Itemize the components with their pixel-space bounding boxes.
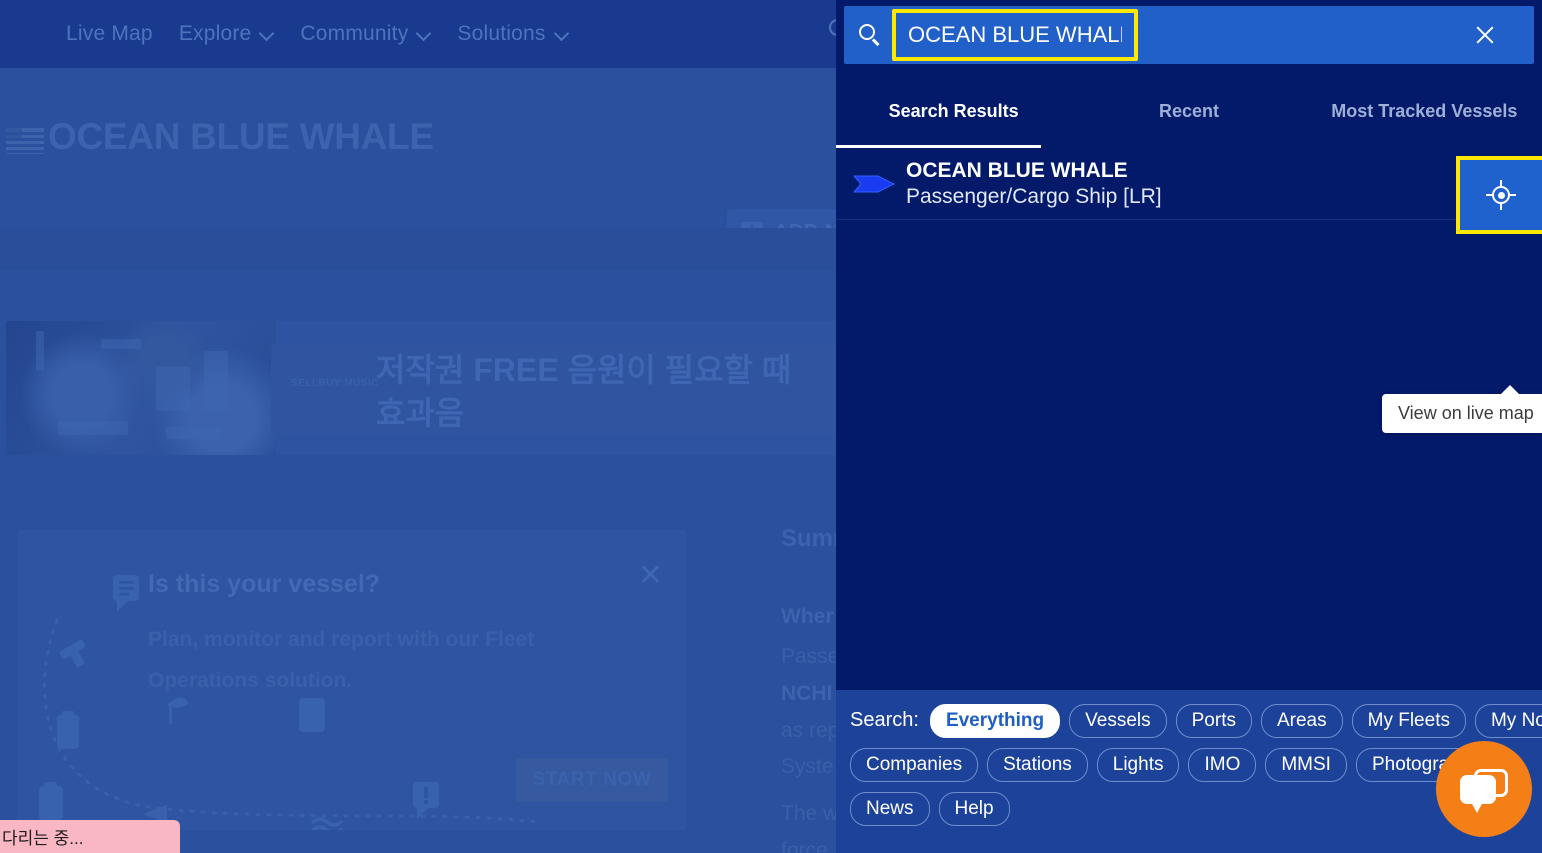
filter-chip-mmsi[interactable]: MMSI [1265,747,1347,782]
chevron-down-icon [261,28,274,41]
close-icon[interactable]: ✕ [638,558,663,593]
search-bar [844,6,1534,64]
filter-chip-companies[interactable]: Companies [850,747,979,782]
filter-chip-my-fleets[interactable]: My Fleets [1351,704,1466,738]
nav-item-solutions[interactable]: Solutions [457,22,568,46]
nav-item-live-map[interactable]: Live Map [66,22,153,46]
tab-label: Recent [1158,100,1219,121]
list-item-text: OCEAN BLUE WHALE Passenger/Cargo Ship [L… [906,159,1162,209]
nav-item-community[interactable]: Community [300,22,431,46]
locate-crosshair-icon [1486,180,1516,210]
search-overlay-panel: Search Results Recent Most Tracked Vesse… [836,0,1542,853]
filter-chip-my-notes[interactable]: My Notes [1474,704,1542,738]
search-input-highlight [892,9,1138,61]
tab-label: Search Results [888,100,1019,121]
close-icon[interactable] [1474,24,1496,46]
card-body: Plan, monitor and report with our Fleet … [148,628,535,692]
filter-row-2: Companies Stations Lights IMO MMSI Photo… [850,747,1530,782]
filter-chip-stations[interactable]: Stations [987,747,1088,782]
search-results-list: OCEAN BLUE WHALE Passenger/Cargo Ship [L… [836,148,1542,690]
tooltip: View on live map [1382,385,1542,433]
chevron-down-icon [556,28,569,41]
filter-row-1: Search: Everything Vessels Ports Areas M… [850,704,1542,738]
filter-chip-news[interactable]: News [850,791,930,826]
filter-chip-help[interactable]: Help [938,791,1010,826]
tab-most-tracked-vessels[interactable]: Most Tracked Vessels [1307,74,1542,148]
fleet-promo-card: Is this your vessel? ✕ Plan, monitor and… [17,530,687,830]
filter-chip-everything[interactable]: Everything [929,704,1061,738]
tab-recent[interactable]: Recent [1071,74,1306,148]
search-icon [858,23,882,47]
summary-text: Syste [781,755,834,779]
chat-widget-button[interactable] [1436,741,1532,837]
filter-chip-areas[interactable]: Areas [1260,704,1343,738]
filter-chip-imo[interactable]: IMO [1188,747,1257,782]
filter-row-3: News Help [850,791,1530,826]
chevron-down-icon [418,28,431,41]
status-toast: 다리는 중... [0,820,180,853]
nav-item-label: Solutions [457,22,546,45]
vessel-arrow-icon [852,175,896,192]
promo-logo: SELLBUY MUSIC [291,378,379,389]
nav-items: Live Map Explore Community Solutions [66,22,569,46]
nav-item-label: Explore [178,22,252,45]
search-input[interactable] [908,22,1122,48]
start-now-button[interactable]: START NOW [516,758,668,802]
search-tabs: Search Results Recent Most Tracked Vesse… [836,74,1542,148]
promo-photo [6,321,276,455]
page-title: OCEAN BLUE WHALE [48,116,434,157]
nav-item-explore[interactable]: Explore [179,22,275,46]
nav-item-label: Live Map [66,22,153,45]
summary-text: force [781,838,828,853]
filter-chip-vessels[interactable]: Vessels [1069,704,1167,738]
filter-chip-lights[interactable]: Lights [1096,747,1180,782]
filters-label: Search: [850,709,919,732]
chat-bubble-icon [1460,775,1496,813]
search-filters: Search: Everything Vessels Ports Areas M… [836,690,1542,853]
vessel-type: Passenger/Cargo Ship [LR] [906,184,1162,208]
view-on-live-map-button[interactable] [1460,160,1542,230]
list-item[interactable]: OCEAN BLUE WHALE Passenger/Cargo Ship [L… [836,148,1542,234]
vessel-name: OCEAN BLUE WHALE [906,158,1128,182]
filter-chip-ports[interactable]: Ports [1175,704,1252,738]
tab-label: Most Tracked Vessels [1331,100,1518,121]
locate-button-highlight [1456,156,1542,234]
summary-text: as rep [781,718,840,742]
nav-item-label: Community [300,22,409,45]
summary-text-strong: NCHI [781,681,833,705]
summary-text: The w [781,802,839,825]
tab-search-results[interactable]: Search Results [836,74,1071,148]
card-title: Is this your vessel? [148,570,381,598]
us-flag-icon [6,128,44,154]
summary-text: Passe [781,645,840,668]
